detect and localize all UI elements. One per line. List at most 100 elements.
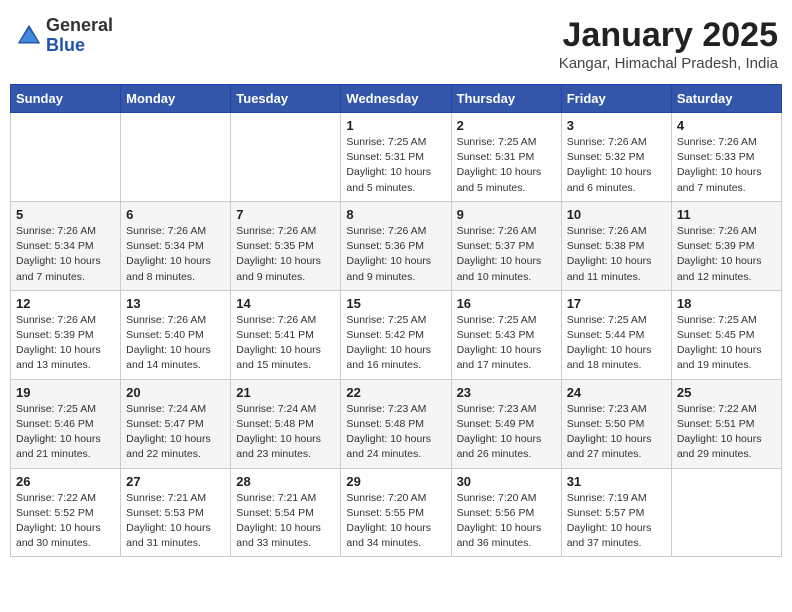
calendar-cell: 10 Sunrise: 7:26 AM Sunset: 5:38 PM Dayli… [561,201,671,290]
day-info: Sunrise: 7:23 AM Sunset: 5:48 PM Dayligh… [346,402,445,463]
calendar-cell: 2 Sunrise: 7:25 AM Sunset: 5:31 PM Daylig… [451,113,561,202]
weekday-header-sunday: Sunday [11,85,121,113]
calendar-cell: 20 Sunrise: 7:24 AM Sunset: 5:47 PM Dayli… [121,379,231,468]
day-number: 24 [567,385,666,400]
day-number: 13 [126,296,225,311]
day-info: Sunrise: 7:24 AM Sunset: 5:47 PM Dayligh… [126,402,225,463]
day-info: Sunrise: 7:22 AM Sunset: 5:52 PM Dayligh… [16,491,115,552]
logo-blue-text: Blue [46,36,113,56]
weekday-header-wednesday: Wednesday [341,85,451,113]
day-info: Sunrise: 7:25 AM Sunset: 5:42 PM Dayligh… [346,313,445,374]
day-number: 5 [16,207,115,222]
calendar-cell: 31Sunrise: 7:19 AM Sunset: 5:57 PM Dayli… [561,468,671,557]
day-number: 12 [16,296,115,311]
day-number: 9 [457,207,556,222]
logo-text: General Blue [46,16,113,56]
week-row-5: 26 Sunrise: 7:22 AM Sunset: 5:52 PM Dayli… [11,468,782,557]
day-number: 16 [457,296,556,311]
day-info: Sunrise: 7:26 AM Sunset: 5:32 PM Dayligh… [567,135,666,196]
page-header: General Blue January 2025 Kangar, Himach… [10,10,782,78]
calendar-cell [11,113,121,202]
day-info: Sunrise: 7:26 AM Sunset: 5:41 PM Dayligh… [236,313,335,374]
calendar-cell: 28 Sunrise: 7:21 AM Sunset: 5:54 PM Dayli… [231,468,341,557]
week-row-1: 1 Sunrise: 7:25 AM Sunset: 5:31 PM Daylig… [11,113,782,202]
calendar-cell [231,113,341,202]
calendar-cell: 12 Sunrise: 7:26 AM Sunset: 5:39 PM Dayli… [11,290,121,379]
calendar-cell [121,113,231,202]
calendar-cell: 26 Sunrise: 7:22 AM Sunset: 5:52 PM Dayli… [11,468,121,557]
calendar-cell: 15 Sunrise: 7:25 AM Sunset: 5:42 PM Dayli… [341,290,451,379]
day-number: 22 [346,385,445,400]
day-number: 1 [346,118,445,133]
day-number: 6 [126,207,225,222]
day-number: 18 [677,296,776,311]
day-info: Sunrise: 7:19 AM Sunset: 5:57 PM Dayligh… [567,491,666,552]
day-number: 30 [457,474,556,489]
calendar-cell: 1Sunrise: 7:25 AM Sunset: 5:31 PM Daylig… [341,113,451,202]
day-number: 2 [457,118,556,133]
calendar-subtitle: Kangar, Himachal Pradesh, India [559,55,778,72]
day-info: Sunrise: 7:26 AM Sunset: 5:39 PM Dayligh… [16,313,115,374]
week-row-4: 19Sunrise: 7:25 AM Sunset: 5:46 PM Dayli… [11,379,782,468]
calendar-table: SundayMondayTuesdayWednesdayThursdayFrid… [10,84,782,557]
calendar-cell: 27 Sunrise: 7:21 AM Sunset: 5:53 PM Dayli… [121,468,231,557]
day-number: 19 [16,385,115,400]
weekday-header-friday: Friday [561,85,671,113]
day-info: Sunrise: 7:26 AM Sunset: 5:34 PM Dayligh… [126,224,225,285]
day-number: 10 [567,207,666,222]
day-number: 27 [126,474,225,489]
calendar-cell: 25Sunrise: 7:22 AM Sunset: 5:51 PM Dayli… [671,379,781,468]
day-number: 4 [677,118,776,133]
weekday-header-tuesday: Tuesday [231,85,341,113]
day-number: 23 [457,385,556,400]
day-number: 17 [567,296,666,311]
day-number: 15 [346,296,445,311]
calendar-cell: 11Sunrise: 7:26 AM Sunset: 5:39 PM Dayli… [671,201,781,290]
day-info: Sunrise: 7:21 AM Sunset: 5:53 PM Dayligh… [126,491,225,552]
calendar-cell: 13 Sunrise: 7:26 AM Sunset: 5:40 PM Dayli… [121,290,231,379]
calendar-cell [671,468,781,557]
weekday-header-monday: Monday [121,85,231,113]
logo-general-text: General [46,16,113,36]
calendar-cell: 14Sunrise: 7:26 AM Sunset: 5:41 PM Dayli… [231,290,341,379]
calendar-cell: 16 Sunrise: 7:25 AM Sunset: 5:43 PM Dayli… [451,290,561,379]
weekday-header-saturday: Saturday [671,85,781,113]
day-info: Sunrise: 7:24 AM Sunset: 5:48 PM Dayligh… [236,402,335,463]
day-info: Sunrise: 7:25 AM Sunset: 5:43 PM Dayligh… [457,313,556,374]
day-info: Sunrise: 7:26 AM Sunset: 5:38 PM Dayligh… [567,224,666,285]
week-row-3: 12 Sunrise: 7:26 AM Sunset: 5:39 PM Dayli… [11,290,782,379]
calendar-cell: 4Sunrise: 7:26 AM Sunset: 5:33 PM Daylig… [671,113,781,202]
weekday-header-thursday: Thursday [451,85,561,113]
calendar-cell: 22 Sunrise: 7:23 AM Sunset: 5:48 PM Dayli… [341,379,451,468]
week-row-2: 5 Sunrise: 7:26 AM Sunset: 5:34 PM Daylig… [11,201,782,290]
day-info: Sunrise: 7:23 AM Sunset: 5:49 PM Dayligh… [457,402,556,463]
calendar-cell: 6 Sunrise: 7:26 AM Sunset: 5:34 PM Daylig… [121,201,231,290]
calendar-cell: 9 Sunrise: 7:26 AM Sunset: 5:37 PM Daylig… [451,201,561,290]
day-info: Sunrise: 7:20 AM Sunset: 5:56 PM Dayligh… [457,491,556,552]
day-info: Sunrise: 7:20 AM Sunset: 5:55 PM Dayligh… [346,491,445,552]
day-number: 28 [236,474,335,489]
day-info: Sunrise: 7:26 AM Sunset: 5:35 PM Dayligh… [236,224,335,285]
calendar-cell: 23 Sunrise: 7:23 AM Sunset: 5:49 PM Dayli… [451,379,561,468]
day-info: Sunrise: 7:25 AM Sunset: 5:31 PM Dayligh… [457,135,556,196]
calendar-title: January 2025 [559,16,778,55]
day-info: Sunrise: 7:26 AM Sunset: 5:37 PM Dayligh… [457,224,556,285]
day-info: Sunrise: 7:26 AM Sunset: 5:36 PM Dayligh… [346,224,445,285]
day-info: Sunrise: 7:26 AM Sunset: 5:34 PM Dayligh… [16,224,115,285]
day-number: 7 [236,207,335,222]
weekday-header-row: SundayMondayTuesdayWednesdayThursdayFrid… [11,85,782,113]
day-number: 8 [346,207,445,222]
calendar-cell: 5 Sunrise: 7:26 AM Sunset: 5:34 PM Daylig… [11,201,121,290]
calendar-cell: 29Sunrise: 7:20 AM Sunset: 5:55 PM Dayli… [341,468,451,557]
logo: General Blue [14,16,113,56]
calendar-cell: 18Sunrise: 7:25 AM Sunset: 5:45 PM Dayli… [671,290,781,379]
day-number: 26 [16,474,115,489]
day-number: 21 [236,385,335,400]
calendar-cell: 17Sunrise: 7:25 AM Sunset: 5:44 PM Dayli… [561,290,671,379]
day-info: Sunrise: 7:23 AM Sunset: 5:50 PM Dayligh… [567,402,666,463]
day-number: 3 [567,118,666,133]
day-number: 20 [126,385,225,400]
day-info: Sunrise: 7:21 AM Sunset: 5:54 PM Dayligh… [236,491,335,552]
calendar-cell: 19Sunrise: 7:25 AM Sunset: 5:46 PM Dayli… [11,379,121,468]
day-info: Sunrise: 7:26 AM Sunset: 5:40 PM Dayligh… [126,313,225,374]
